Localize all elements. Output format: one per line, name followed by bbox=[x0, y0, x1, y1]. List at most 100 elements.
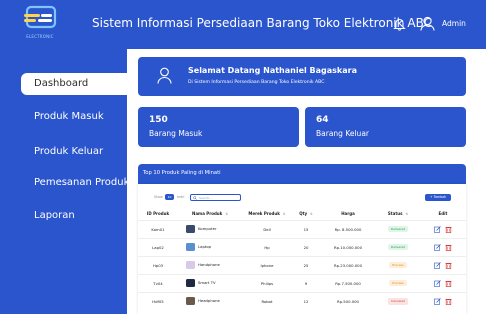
product-name: Laptop bbox=[198, 244, 212, 249]
product-thumbnail bbox=[186, 243, 195, 251]
column-header[interactable]: Merek Produk ⇅ bbox=[242, 208, 292, 220]
delete-icon[interactable] bbox=[445, 244, 452, 251]
table-row[interactable]: Kom01 Komputer Dell 15 Rp. 8.500.000 Delivere… bbox=[138, 219, 466, 238]
sidebar-item-pemesanan-produk[interactable]: Pemesanan Produk bbox=[21, 172, 129, 194]
sort-icon[interactable]: ⇅ bbox=[283, 212, 286, 216]
welcome-subtitle: Di Sistem Informasi Persediaan Barang To… bbox=[188, 80, 325, 85]
product-qty-cell: 25 bbox=[292, 255, 320, 274]
product-brand-cell: Philips bbox=[242, 273, 292, 292]
status-badge: Delivered bbox=[387, 225, 409, 233]
product-id-cell: Hdf05 bbox=[138, 291, 178, 310]
column-header[interactable]: Qty ⇅ bbox=[292, 208, 320, 220]
sidebar-item-dashboard[interactable]: Dashboard bbox=[21, 73, 127, 95]
app-window: ELECTRONIC Sistem Informasi Persediaan B… bbox=[0, 0, 486, 314]
stat-card-barang-keluar: 64 Barang Keluar bbox=[305, 107, 466, 147]
column-label: Harga bbox=[341, 211, 355, 217]
table-row[interactable]: Hdf05 Headphone Robot 12 Rp.500.000 Canceled bbox=[138, 291, 466, 310]
product-status-cell: Canceled bbox=[376, 291, 420, 310]
column-header[interactable]: Status ⇅ bbox=[376, 208, 420, 220]
table-row[interactable]: Tv04 Smart TV Philips 9 Rp.7.500.000 Process bbox=[138, 273, 466, 292]
stat-label: Barang Keluar bbox=[316, 129, 369, 138]
user-icon[interactable] bbox=[420, 16, 435, 31]
product-name: Smart TV bbox=[198, 280, 216, 285]
product-id-cell: Hp03 bbox=[138, 255, 178, 274]
status-badge: Delivered bbox=[387, 243, 409, 251]
product-name-cell: Smart TV bbox=[178, 273, 242, 292]
sort-icon[interactable]: ⇅ bbox=[405, 212, 408, 216]
search-input[interactable]: Search... bbox=[190, 194, 241, 201]
store-logo: ELECTRONIC bbox=[21, 4, 59, 39]
product-status-cell: Delivered bbox=[376, 237, 420, 256]
table-row[interactable]: Hp03 Handphone Iphone 25 Rp.23.000.000 Proces… bbox=[138, 255, 466, 274]
delete-icon[interactable] bbox=[445, 298, 452, 305]
stat-value: 64 bbox=[316, 115, 329, 125]
product-status-cell: Delivered bbox=[376, 219, 420, 238]
product-id-cell: Lap02 bbox=[138, 237, 178, 256]
table-body: Kom01 Komputer Dell 15 Rp. 8.500.000 Delivere… bbox=[138, 219, 466, 310]
edit-icon[interactable] bbox=[434, 225, 441, 233]
column-header[interactable]: ID Produk bbox=[138, 208, 178, 220]
user-icon bbox=[157, 67, 172, 84]
product-qty-cell: 12 bbox=[292, 291, 320, 310]
edit-icon[interactable] bbox=[434, 279, 441, 287]
product-price-cell: Rp. 8.500.000 bbox=[320, 219, 376, 238]
delete-icon[interactable] bbox=[445, 262, 452, 269]
app-title: Sistem Informasi Persediaan Barang Toko … bbox=[92, 16, 433, 30]
column-label: Nama Produk bbox=[191, 211, 223, 217]
sidebar-item-produk-masuk[interactable]: Produk Masuk bbox=[21, 106, 127, 128]
search-icon bbox=[193, 196, 197, 201]
logo-icon bbox=[24, 5, 57, 29]
column-header[interactable]: Nama Produk ⇅ bbox=[178, 208, 242, 220]
sidebar-item-produk-keluar[interactable]: Produk Keluar bbox=[21, 141, 127, 163]
edit-icon[interactable] bbox=[434, 298, 441, 305]
actions-cell bbox=[420, 219, 466, 238]
welcome-banner: Selamat Datang Nathaniel Bagaskara Di Si… bbox=[138, 57, 466, 96]
status-badge: Canceled bbox=[388, 297, 408, 305]
sort-icon[interactable]: ⇅ bbox=[310, 212, 313, 216]
product-name: Komputer bbox=[198, 226, 217, 231]
product-thumbnail bbox=[186, 279, 195, 287]
product-name-cell: Komputer bbox=[178, 219, 242, 238]
column-header[interactable]: Harga bbox=[320, 208, 376, 220]
edit-icon[interactable] bbox=[434, 243, 441, 251]
product-id-cell: Kom01 bbox=[138, 219, 178, 238]
product-qty-cell: 20 bbox=[292, 237, 320, 256]
table-header-row: ID Produk Nama Produk ⇅ Merek Produk ⇅ Qty… bbox=[138, 208, 466, 220]
column-label: Qty bbox=[299, 211, 308, 217]
add-product-button[interactable]: + Tambah bbox=[425, 194, 451, 201]
products-table: ID Produk Nama Produk ⇅ Merek Produk ⇅ Qty… bbox=[138, 208, 466, 310]
product-name-cell: Headphone bbox=[178, 291, 242, 310]
top-products-title: Top 10 Produk Paling di Minati bbox=[143, 170, 221, 176]
delete-icon[interactable] bbox=[445, 280, 452, 287]
sidebar: Dashboard Produk Masuk Produk Keluar Pem… bbox=[0, 49, 129, 314]
product-price-cell: Rp.10.000.000 bbox=[320, 237, 376, 256]
actions-cell bbox=[420, 291, 466, 310]
sidebar-item-laporan[interactable]: Laporan bbox=[21, 205, 127, 227]
product-brand-cell: Dell bbox=[242, 219, 292, 238]
column-label: Edit bbox=[438, 211, 448, 217]
column-label: Status bbox=[387, 211, 403, 217]
edit-icon[interactable] bbox=[434, 261, 441, 269]
delete-icon[interactable] bbox=[445, 226, 452, 233]
bell-icon[interactable] bbox=[393, 17, 406, 31]
product-price-cell: Rp.23.000.000 bbox=[320, 255, 376, 274]
actions-cell bbox=[420, 273, 466, 292]
product-brand-cell: Robot bbox=[242, 291, 292, 310]
entries-select[interactable]: 10 bbox=[165, 194, 174, 200]
actions-cell bbox=[420, 255, 466, 274]
product-name: Handphone bbox=[198, 262, 220, 267]
product-name: Headphone bbox=[198, 298, 220, 304]
product-name-cell: Laptop bbox=[178, 237, 242, 256]
status-badge: Process bbox=[389, 279, 407, 287]
entries-label: entri bbox=[177, 195, 185, 199]
status-badge: Process bbox=[389, 261, 407, 269]
product-qty-cell: 15 bbox=[292, 219, 320, 238]
table-row[interactable]: Lap02 Laptop Hp 20 Rp.10.000.000 Delivered bbox=[138, 237, 466, 256]
admin-label[interactable]: Admin bbox=[442, 19, 466, 28]
actions-cell bbox=[420, 237, 466, 256]
sort-icon[interactable]: ⇅ bbox=[225, 212, 228, 216]
product-brand-cell: Iphone bbox=[242, 255, 292, 274]
product-status-cell: Process bbox=[376, 273, 420, 292]
top-products-panel: Show 10 entri Search... + Tambah ID Prod… bbox=[138, 184, 466, 314]
stat-label: Barang Masuk bbox=[149, 129, 203, 138]
